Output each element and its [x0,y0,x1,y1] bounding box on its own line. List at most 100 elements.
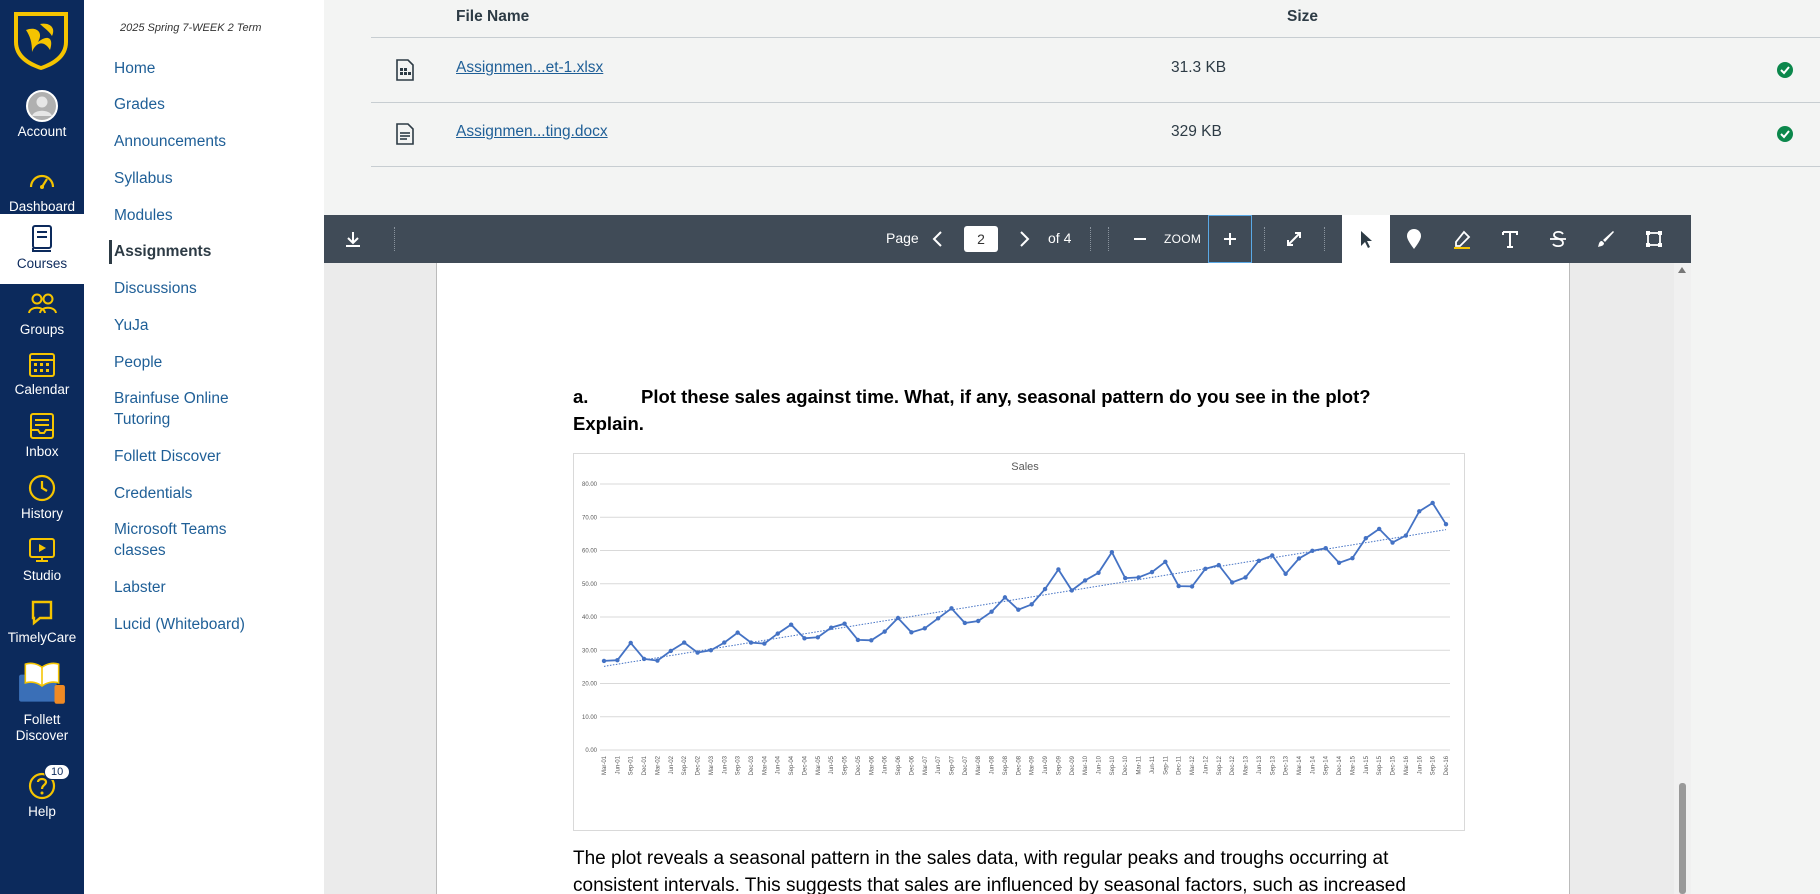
answer-line: The plot reveals a seasonal pattern in t… [573,848,1389,869]
toolbar-divider [394,227,395,251]
data-point [802,636,807,641]
prev-page-button[interactable] [924,215,952,263]
data-point [1096,570,1101,575]
x-tick-label: Dec-16 [1444,755,1450,775]
highlight-button[interactable] [1440,215,1484,263]
x-tick-label: Jun-13 [1257,755,1263,774]
zoom-out-button[interactable] [1124,215,1156,263]
x-tick-label: Sep-08 [1003,755,1009,775]
file-name-header: File Name [456,8,530,25]
y-tick-label: 70.00 [582,515,598,521]
data-point [788,622,794,627]
y-tick-label: 50.00 [582,582,598,588]
file-size: 329 KB [1171,123,1222,140]
vertical-scrollbar[interactable] [1674,263,1691,894]
data-point [842,621,847,626]
global-nav-account[interactable]: Account [0,90,84,140]
global-nav-calendar[interactable]: Calendar [0,348,84,398]
x-tick-label: Dec-06 [909,755,915,775]
global-nav-timelycare[interactable]: TimelyCare [0,596,84,646]
x-tick-label: Sep-10 [1110,755,1116,775]
data-point [1176,583,1181,589]
course-nav-grades[interactable]: Grades [114,94,314,115]
global-nav-label: Help [28,804,56,819]
page-label: Page [886,230,919,246]
file-link[interactable]: Assignmen...et-1.xlsx [456,59,603,77]
global-nav-history[interactable]: History [0,472,84,522]
data-point [935,616,941,621]
calendar-icon [29,353,55,377]
zoom-in-button[interactable] [1208,215,1252,263]
data-point [762,641,767,646]
draw-button[interactable] [1584,215,1628,263]
x-tick-label: Dec-01 [642,755,648,775]
x-tick-label: Mar-02 [655,755,661,775]
data-point [1069,588,1074,593]
global-nav-groups[interactable]: Groups [0,288,84,338]
point-annotation-button[interactable] [1392,215,1436,263]
data-point [829,625,834,630]
course-nav-credentials[interactable]: Credentials [114,483,314,504]
course-nav-home[interactable]: Home [114,58,314,79]
global-nav-follett-discover[interactable]: Follett Discover [0,660,84,744]
question-label: a. [573,386,589,407]
select-tool-button[interactable] [1342,215,1390,263]
page-number-input[interactable]: 2 [964,226,998,252]
global-nav-dashboard[interactable]: Dashboard [0,165,84,215]
area-tool-button[interactable] [1632,215,1676,263]
scroll-up-arrow-icon[interactable] [1678,267,1686,273]
course-nav-assignments[interactable]: Assignments [114,241,314,262]
help-badge: 10 [44,764,71,780]
x-tick-label: Sep-14 [1324,755,1330,775]
x-tick-label: Mar-13 [1244,755,1250,775]
course-nav-labster[interactable]: Labster [114,577,314,598]
global-nav-label: Courses [16,256,68,271]
groups-icon [28,293,57,314]
data-point [1417,509,1422,514]
course-nav-yuja[interactable]: YuJa [114,315,314,336]
course-nav-announcements[interactable]: Announcements [114,131,314,152]
data-point [1229,580,1235,585]
text-tool-button[interactable] [1488,215,1532,263]
document-scroll-area[interactable]: a. Plot these sales against time. What, i… [324,263,1691,894]
strikeout-button[interactable] [1536,215,1580,263]
course-term: 2025 Spring 7-WEEK 2 Term [120,22,262,34]
data-point [735,630,740,635]
x-tick-label: Sep-13 [1270,755,1276,775]
data-point [748,640,754,645]
scrollbar-thumb[interactable] [1679,783,1686,894]
x-tick-label: Jun-02 [669,755,675,774]
fullscreen-button[interactable] [1274,215,1314,263]
x-tick-label: Mar-12 [1190,755,1196,775]
download-button[interactable] [336,215,370,263]
next-page-button[interactable] [1010,215,1038,263]
sales-series-line [603,501,1447,662]
y-tick-label: 20.00 [582,682,598,688]
data-point [1016,607,1021,612]
course-nav-microsoft-teams[interactable]: Microsoft Teams classes [114,519,254,561]
sales-chart: Sales 0.00 10.00 20.00 30.00 40.00 50.00 60.00 7… [573,453,1465,831]
global-nav-courses[interactable]: Courses [0,214,84,284]
courses-icon [32,225,52,252]
select-pointer-icon [1361,231,1372,248]
x-tick-label: Sep-09 [1056,755,1062,775]
course-nav-brainfuse[interactable]: Brainfuse Online Tutoring [114,388,264,430]
global-nav-inbox[interactable]: Inbox [0,410,84,460]
follett-discover-icon [19,662,65,704]
course-nav-syllabus[interactable]: Syllabus [114,168,314,189]
highlight-icon [1454,230,1471,249]
global-nav-help[interactable]: 10 Help [0,764,84,820]
y-tick-label: 10.00 [582,715,598,721]
course-nav-lucid[interactable]: Lucid (Whiteboard) [114,614,314,635]
data-point [775,631,780,636]
school-logo[interactable] [10,8,72,72]
course-nav-discussions[interactable]: Discussions [114,278,314,299]
file-link[interactable]: Assignmen...ting.docx [456,123,608,141]
course-nav-people[interactable]: People [114,352,314,373]
global-nav-studio[interactable]: Studio [0,534,84,584]
right-margin [1691,215,1820,894]
course-nav-follett-discover[interactable]: Follett Discover [114,446,314,467]
x-tick-label: Jun-08 [990,755,996,774]
data-point [615,658,620,663]
course-nav-modules[interactable]: Modules [114,205,314,226]
